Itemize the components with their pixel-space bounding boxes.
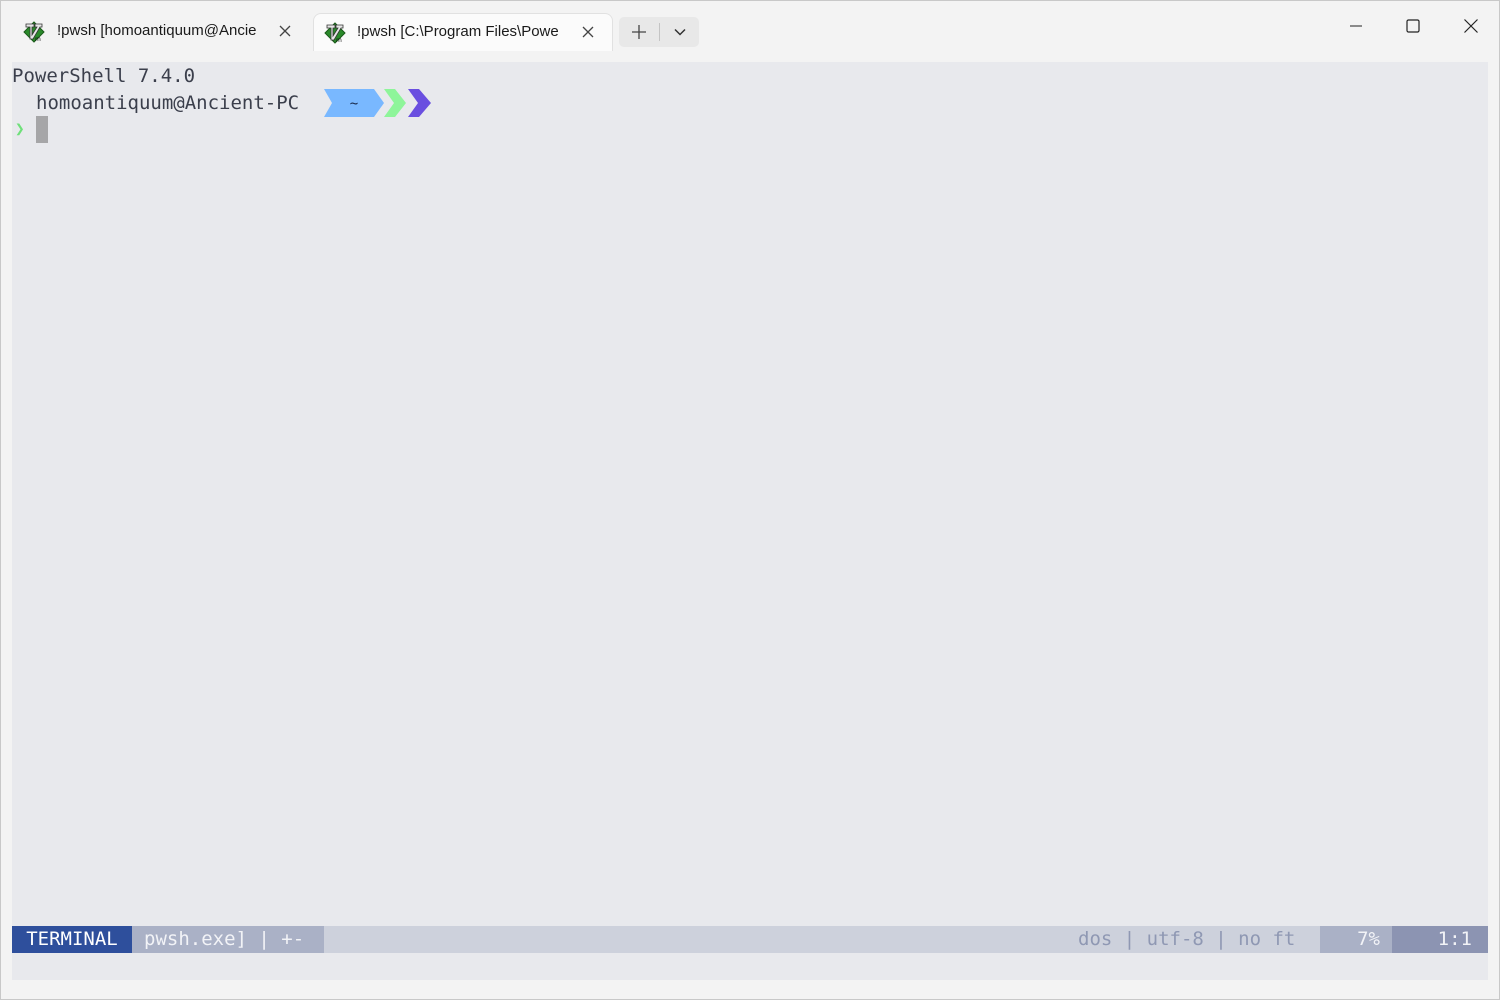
tab-1[interactable]: m !pwsh [homoantiquum@Ancie: [13, 13, 309, 51]
file-segment: pwsh.exe] | +-: [132, 926, 324, 953]
chevron-down-icon: [673, 28, 686, 36]
close-window-button[interactable]: [1448, 9, 1494, 43]
minimize-icon: [1350, 25, 1362, 27]
chevron-purple-icon: [408, 89, 431, 117]
terminal-pane[interactable]: PowerShell 7.4.0 homoantiquum@Ancient-PC…: [12, 62, 1488, 980]
vim-icon: m: [23, 21, 45, 43]
cursor-position: 1:1: [1392, 926, 1488, 953]
tab-2[interactable]: m !pwsh [C:\Program Files\Powe: [313, 13, 613, 51]
vim-icon: m: [324, 22, 346, 44]
tab-title: !pwsh [C:\Program Files\Powe: [357, 23, 559, 40]
text-cursor: [36, 116, 48, 143]
maximize-button[interactable]: [1390, 9, 1436, 43]
profiles-dropdown-button[interactable]: [660, 17, 699, 47]
new-tab-button[interactable]: [619, 17, 659, 47]
close-icon[interactable]: [580, 24, 596, 40]
tab-title: !pwsh [homoantiquum@Ancie: [57, 22, 257, 39]
user-host: homoantiquum@Ancient-PC: [36, 92, 300, 114]
file-info: dos | utf-8 | no ft: [1078, 928, 1296, 950]
close-icon: [1464, 19, 1478, 33]
chevron-green-icon: [384, 89, 406, 117]
svg-text:m: m: [35, 36, 41, 43]
path-text: ~: [350, 96, 358, 112]
maximize-icon: [1406, 19, 1420, 33]
terminal-window: m !pwsh [homoantiquum@Ancie m !pwsh [C:\…: [0, 0, 1500, 1000]
version-line: PowerShell 7.4.0: [12, 65, 196, 87]
new-tab-group: [619, 17, 699, 47]
prompt-symbol: ❯: [15, 119, 25, 138]
prompt-path-segment: ~: [324, 89, 431, 117]
minimize-button[interactable]: [1333, 9, 1379, 43]
plus-icon: [632, 25, 646, 39]
status-line: TERMINAL pwsh.exe] | +- dos | utf-8 | no…: [12, 926, 1488, 953]
svg-text:m: m: [336, 37, 342, 44]
close-icon[interactable]: [277, 23, 293, 39]
mode-indicator: TERMINAL: [12, 926, 132, 953]
title-bar: m !pwsh [homoantiquum@Ancie m !pwsh [C:\…: [1, 1, 1499, 51]
scroll-percent: 7%: [1320, 926, 1392, 953]
